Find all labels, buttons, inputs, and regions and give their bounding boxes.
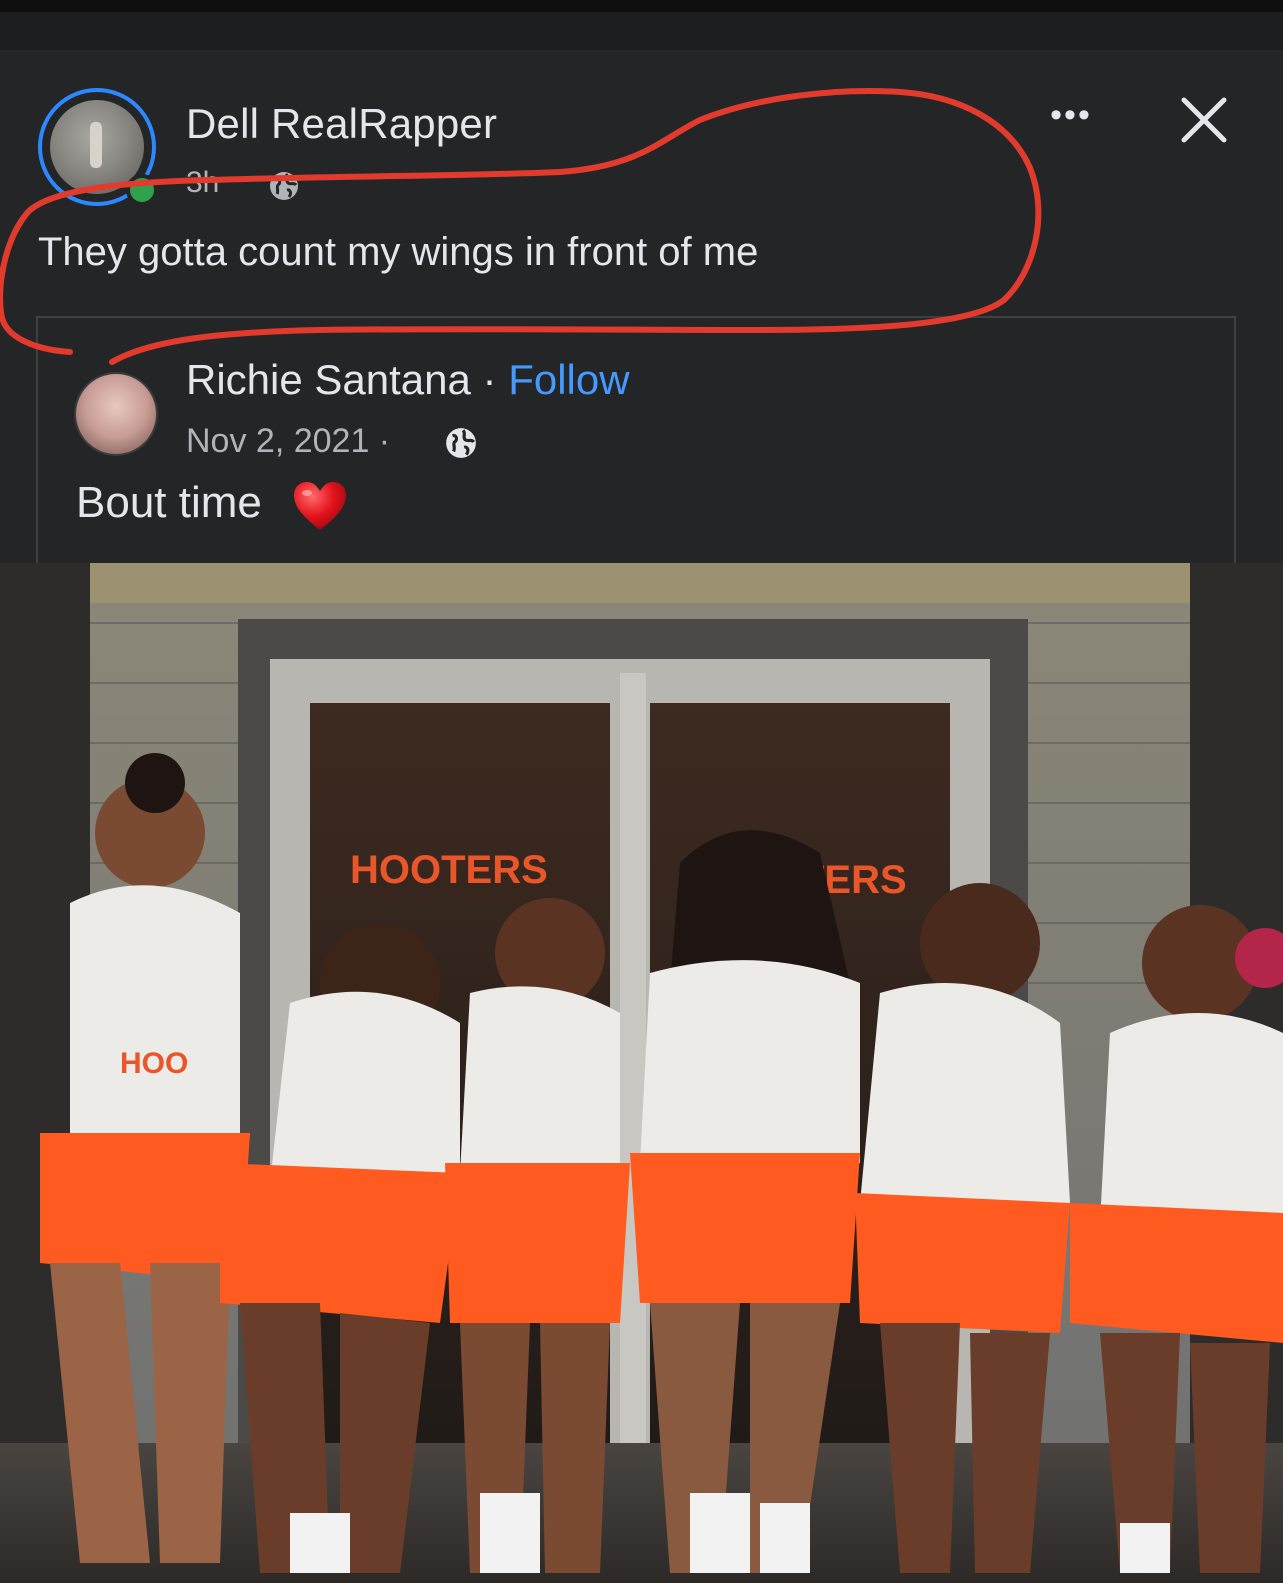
shared-post-date[interactable]: Nov 2, 2021 · <box>186 422 390 461</box>
shirt-logo: HOO <box>120 1047 188 1080</box>
post-photo[interactable]: HOOTERS TERS HOO <box>0 563 1283 1583</box>
heart-emoji-icon <box>294 482 346 530</box>
window-sign-left: HOOTERS <box>350 848 548 892</box>
photo-illustration: HOOTERS TERS HOO <box>0 563 1283 1583</box>
red-annotation-scribble <box>0 88 1042 365</box>
top-nav-strip <box>0 12 1283 50</box>
shared-author-avatar[interactable] <box>74 372 158 456</box>
globe-icon <box>446 428 476 458</box>
shared-post-text: Bout time <box>76 478 262 527</box>
top-edge-bar <box>0 0 1283 12</box>
